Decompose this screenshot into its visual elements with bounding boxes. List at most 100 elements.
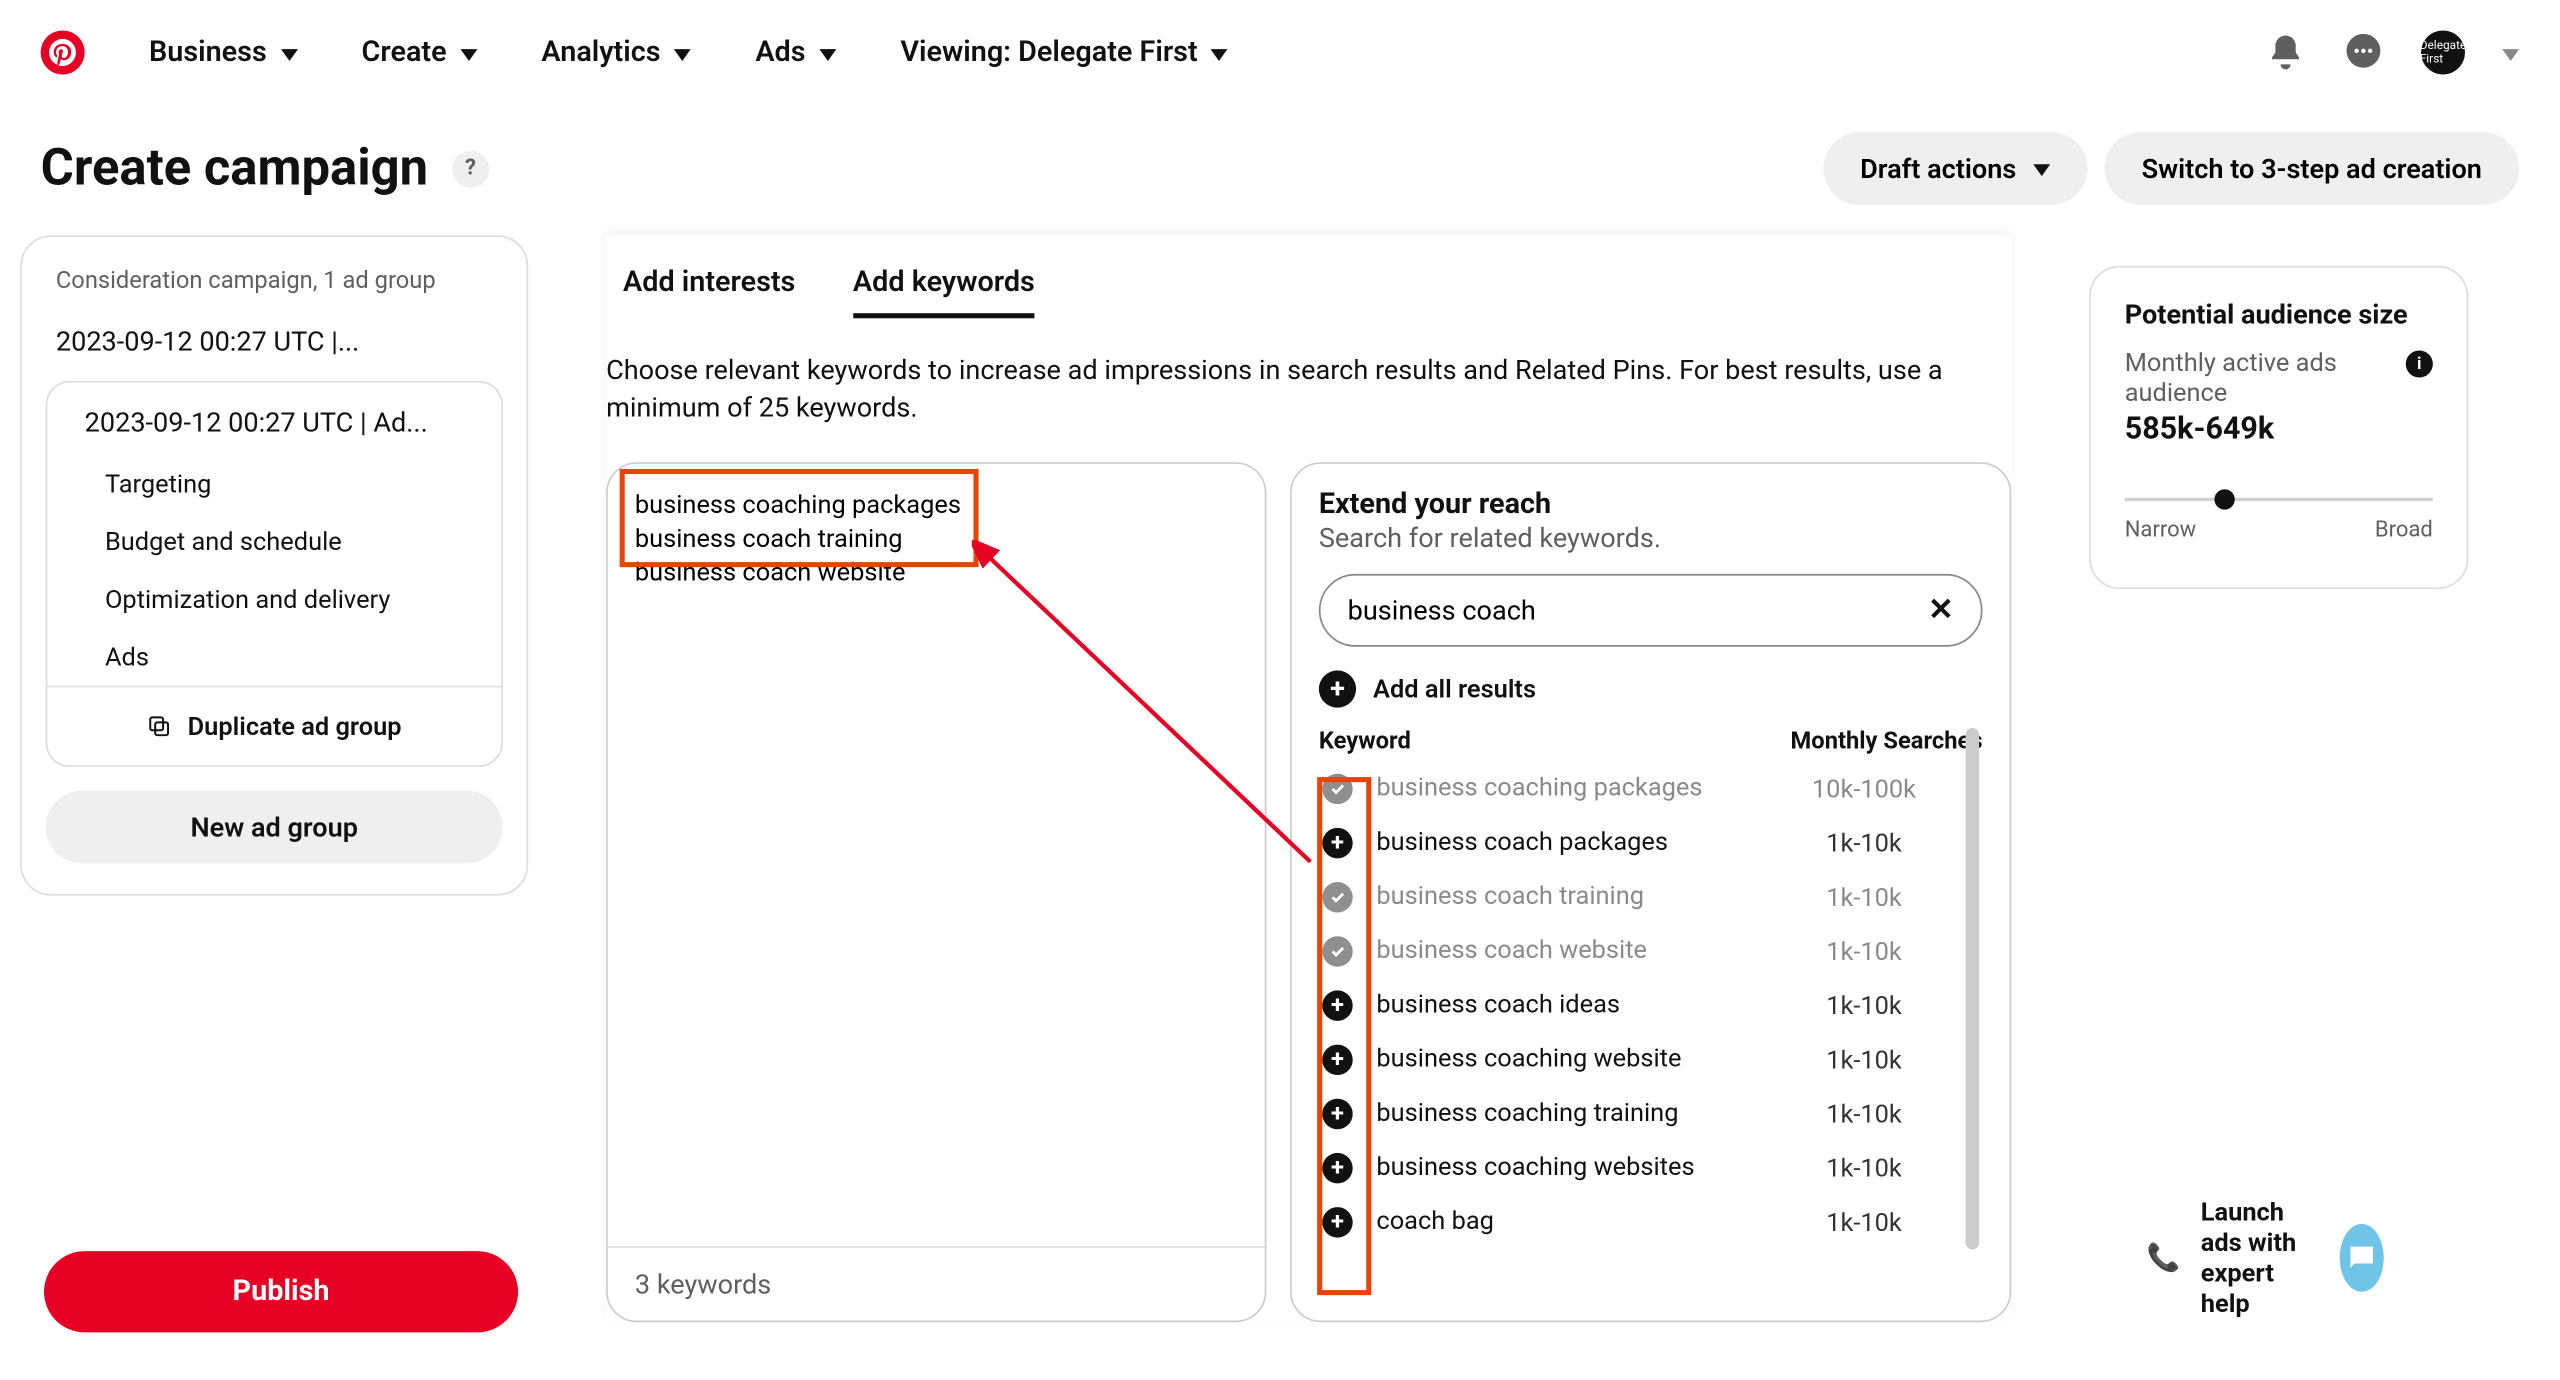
keyword-volume: 1k-10k — [1745, 1207, 1982, 1237]
nav-ads[interactable]: Ads — [755, 36, 836, 70]
chevron-down-icon — [280, 48, 297, 60]
chevron-down-icon — [1211, 48, 1228, 60]
plus-icon[interactable]: + — [1322, 1098, 1352, 1128]
keyword-name: business coaching website — [1376, 1045, 1725, 1074]
scrollbar[interactable] — [1966, 728, 1980, 1249]
reach-subtitle: Search for related keywords. — [1319, 521, 1983, 553]
keywords-description: Choose relevant keywords to increase ad … — [606, 335, 2011, 462]
keyword-name: business coaching websites — [1376, 1153, 1725, 1182]
sidebar-item-optimization[interactable]: Optimization and delivery — [47, 571, 501, 629]
audience-value: 585k-649k — [2125, 411, 2433, 447]
keyword-name: coach bag — [1376, 1207, 1725, 1236]
plus-icon[interactable]: + — [1322, 828, 1352, 858]
check-icon — [1322, 773, 1352, 803]
keyword-row[interactable]: business coaching packages 10k-100k — [1319, 761, 1983, 815]
campaign-sidebar: Consideration campaign, 1 ad group 2023-… — [20, 235, 528, 895]
nav-viewing[interactable]: Viewing: Delegate First — [900, 36, 1228, 70]
duplicate-adgroup-button[interactable]: Duplicate ad group — [47, 686, 501, 766]
keyword-name: business coach packages — [1376, 828, 1725, 857]
sidebar-item-budget[interactable]: Budget and schedule — [47, 513, 501, 571]
keyword-name: business coach ideas — [1376, 991, 1725, 1020]
add-all-button[interactable]: + Add all results — [1319, 670, 1983, 707]
keyword-name: business coaching packages — [1376, 774, 1725, 803]
tab-keywords[interactable]: Add keywords — [853, 266, 1035, 318]
keyword-row[interactable]: + business coaching website 1k-10k — [1319, 1032, 1983, 1086]
keyword-name: business coaching training — [1376, 1099, 1725, 1128]
keyword-volume: 1k-10k — [1745, 882, 1982, 912]
check-icon — [1322, 936, 1352, 966]
bell-icon[interactable] — [2265, 32, 2306, 73]
check-icon — [1322, 882, 1352, 912]
slider-broad: Broad — [2375, 518, 2433, 543]
audience-card: Potential audience size Monthly active a… — [2089, 266, 2468, 589]
reach-title: Extend your reach — [1319, 487, 1983, 521]
publish-button[interactable]: Publish — [44, 1251, 518, 1332]
keyword-search-input[interactable] — [1348, 594, 1912, 626]
audience-label: Monthly active ads audience i — [2125, 347, 2433, 408]
keyword-search[interactable]: ✕ — [1319, 574, 1983, 647]
keyword-row[interactable]: + business coaching websites 1k-10k — [1319, 1141, 1983, 1195]
page-header: Create campaign ? Draft actions Switch t… — [0, 91, 2560, 235]
audience-slider — [2125, 498, 2433, 501]
sidebar-item-ads[interactable]: Ads — [47, 628, 501, 686]
col-volume: Monthly Searches — [1745, 728, 1982, 755]
adgroup-name[interactable]: 2023-09-12 00:27 UTC | Ad... — [47, 383, 501, 456]
duplicate-icon — [147, 714, 171, 738]
keyword-table: Keyword Monthly Searches business coachi… — [1319, 728, 1983, 1249]
keyword-row[interactable]: business coach website 1k-10k — [1319, 924, 1983, 978]
keyword-row[interactable]: +business coach ideas1k-10k — [1319, 978, 1983, 1032]
page-title: Create campaign — [41, 139, 429, 198]
slider-narrow: Narrow — [2125, 518, 2196, 543]
plus-icon[interactable]: + — [1322, 1044, 1352, 1074]
keyword-name: business coach website — [1376, 936, 1725, 965]
keyword-volume: 1k-10k — [1745, 828, 1982, 858]
keyword-volume: 10k-100k — [1745, 773, 1982, 803]
slider-dot — [2214, 489, 2234, 509]
chevron-down-icon — [2033, 164, 2050, 176]
keywords-input-box: 3 keywords — [606, 462, 1266, 1322]
keyword-row[interactable]: business coach training 1k-10k — [1319, 870, 1983, 924]
new-adgroup-button[interactable]: New ad group — [46, 791, 503, 864]
chevron-down-icon — [460, 48, 477, 60]
help-icon[interactable]: ? — [452, 150, 489, 187]
tab-interests[interactable]: Add interests — [623, 266, 795, 318]
reach-panel: Extend your reach Search for related key… — [1290, 462, 2011, 1322]
keyword-name: business coach training — [1376, 882, 1725, 911]
keywords-count: 3 keywords — [608, 1246, 1265, 1320]
nav-create[interactable]: Create — [362, 36, 477, 70]
keyword-volume: 1k-10k — [1745, 1098, 1982, 1128]
keyword-row[interactable]: + business coaching training 1k-10k — [1319, 1087, 1983, 1141]
plus-icon: + — [1319, 670, 1356, 707]
keyword-volume: 1k-10k — [1745, 1044, 1982, 1074]
chevron-down-icon — [819, 48, 836, 60]
campaign-meta: Consideration campaign, 1 ad group — [22, 267, 527, 311]
plus-icon[interactable]: + — [1322, 1153, 1352, 1183]
top-nav: Business Create Analytics Ads Viewing: D… — [0, 0, 2560, 91]
keyword-row[interactable]: + coach bag 1k-10k — [1319, 1195, 1983, 1249]
avatar[interactable]: Delegate First — [2421, 30, 2465, 74]
pinterest-logo-icon[interactable] — [41, 30, 85, 74]
plus-icon[interactable]: + — [1322, 1207, 1352, 1237]
keyword-volume: 1k-10k — [1745, 936, 1982, 966]
clear-search-icon[interactable]: ✕ — [1928, 592, 1954, 628]
audience-title: Potential audience size — [2125, 298, 2433, 330]
keyword-row[interactable]: + business coach packages 1k-10k — [1319, 816, 1983, 870]
keywords-textarea[interactable] — [608, 464, 1265, 1246]
keyword-volume: 1k-10k — [1745, 1153, 1982, 1183]
col-keyword: Keyword — [1319, 728, 1746, 755]
nav-analytics[interactable]: Analytics — [541, 36, 691, 70]
chevron-down-icon — [674, 48, 691, 60]
draft-actions-button[interactable]: Draft actions — [1823, 132, 2088, 205]
center-panel: Add interests Add keywords Choose releva… — [606, 235, 2011, 1322]
campaign-name[interactable]: 2023-09-12 00:27 UTC |... — [22, 312, 527, 371]
nav-business[interactable]: Business — [149, 36, 297, 70]
sidebar-item-targeting[interactable]: Targeting — [47, 455, 501, 513]
chat-bubble-icon[interactable] — [2340, 1224, 2384, 1292]
info-icon[interactable]: i — [2406, 350, 2433, 377]
plus-icon[interactable]: + — [1322, 990, 1352, 1020]
chevron-down-icon[interactable] — [2502, 48, 2519, 60]
switch-mode-button[interactable]: Switch to 3-step ad creation — [2104, 132, 2519, 205]
launch-help[interactable]: 📞 Launch ads withexpert help — [2147, 1183, 2384, 1332]
phone-icon: 📞 — [2147, 1242, 2181, 1274]
chat-icon[interactable] — [2343, 32, 2384, 73]
